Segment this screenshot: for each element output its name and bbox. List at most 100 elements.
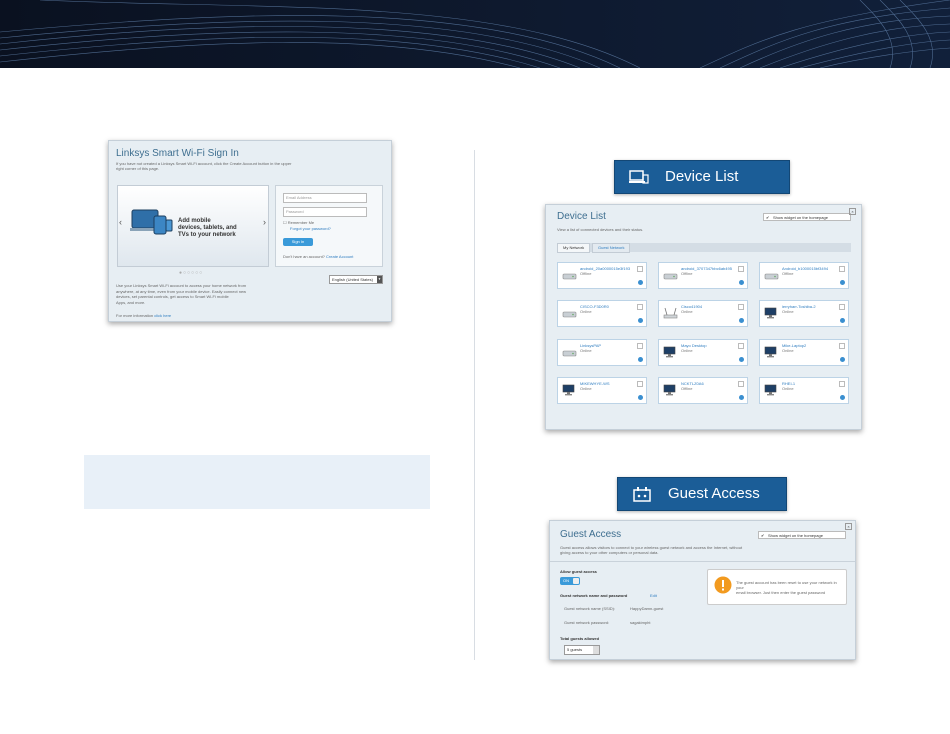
guest-access-widget-checkbox-label: Show widget on the homepage	[768, 533, 823, 538]
info-icon[interactable]	[638, 280, 643, 285]
info-icon[interactable]	[638, 318, 643, 323]
total-guests-label: Total guests allowed	[560, 636, 600, 641]
device-card[interactable]: Cisco41904 Online	[658, 300, 748, 327]
device-status: Online	[580, 348, 592, 353]
promo-carousel[interactable]: ‹ › Add mobile devices, tablets, and TVs…	[117, 185, 269, 267]
carousel-prev-arrow-icon[interactable]: ‹	[119, 217, 122, 227]
password-field[interactable]: Password	[283, 207, 367, 217]
info-icon[interactable]	[739, 280, 744, 285]
remove-device-icon[interactable]	[839, 304, 845, 310]
remove-device-icon[interactable]	[738, 304, 744, 310]
device-card[interactable]: Mike-Laptop2 Online	[759, 339, 849, 366]
remove-device-icon[interactable]	[738, 381, 744, 387]
router-icon	[562, 306, 577, 318]
edit-link[interactable]: Edit	[650, 593, 657, 598]
carousel-next-arrow-icon[interactable]: ›	[263, 217, 266, 227]
remember-me-checkbox[interactable]: ☐ Remember Me	[283, 220, 314, 225]
desktop-icon	[764, 383, 779, 396]
warning-box: The guest account has been reset to use …	[707, 569, 847, 605]
remove-device-icon[interactable]	[839, 381, 845, 387]
device-list-widget-checkbox-label: Show widget on the homepage	[773, 215, 828, 220]
more-info-label: For more information	[116, 313, 154, 318]
create-account-link[interactable]: Create Account	[326, 254, 353, 259]
desktop-icon	[663, 383, 678, 396]
tab-guest-network[interactable]: Guest Network	[592, 243, 631, 253]
close-icon[interactable]: ×	[845, 523, 852, 530]
router-icon	[562, 268, 577, 280]
desktop-icon	[764, 306, 779, 319]
router-icon	[663, 268, 678, 280]
info-icon[interactable]	[638, 395, 643, 400]
device-card[interactable]: Mayo Desktop Online	[658, 339, 748, 366]
device-status: Online	[782, 386, 794, 391]
warning-text: The guest account has been reset to use …	[736, 580, 841, 595]
router-icon	[562, 345, 577, 357]
device-list-widget-checkbox[interactable]: Show widget on the homepage	[763, 213, 851, 222]
sign-in-button[interactable]: Sign In	[283, 238, 313, 246]
ssid-value: HappyDamn-guest	[630, 606, 664, 611]
warning-text-line-1: The guest account has been reset to use …	[736, 580, 837, 590]
signin-title: Linksys Smart Wi-Fi Sign In	[116, 148, 239, 159]
info-icon[interactable]	[638, 357, 643, 362]
remember-me-label: Remember Me	[287, 220, 315, 225]
language-select[interactable]: English (United States) ▼	[329, 275, 383, 284]
signin-subtitle: If you have not created a Linksys Smart …	[116, 161, 316, 171]
info-icon[interactable]	[840, 318, 845, 323]
carousel-caption-line-3: TVs to your network	[178, 232, 236, 238]
language-select-value: English (United States)	[332, 277, 373, 282]
device-card[interactable]: RHEI-1 Online	[759, 377, 849, 404]
device-status: Online	[580, 386, 592, 391]
remove-device-icon[interactable]	[637, 266, 643, 272]
chevron-down-icon: ▼	[377, 276, 382, 283]
device-status: Online	[580, 309, 592, 314]
email-field[interactable]: Email Address	[283, 193, 367, 203]
warning-icon	[714, 576, 732, 594]
device-card[interactable]: android_20a0000015e3f193 Offline	[557, 262, 647, 289]
total-guests-select[interactable]: 5 guests	[564, 645, 600, 655]
info-icon[interactable]	[739, 318, 744, 323]
toggle-label: ON	[563, 578, 569, 583]
guest-access-widget-checkbox[interactable]: Show widget on the homepage	[758, 531, 846, 540]
click-here-link[interactable]: click here	[154, 313, 171, 318]
device-status: Online	[681, 309, 693, 314]
close-icon[interactable]: ×	[849, 208, 856, 215]
remove-device-icon[interactable]	[637, 343, 643, 349]
guest-access-header: Guest Access	[617, 477, 787, 511]
device-card[interactable]: NCKTLZ0A6 Offline	[658, 377, 748, 404]
warning-text-line-2: email browser. Just then enter the guest…	[736, 590, 826, 595]
banner-waves-graphic	[0, 0, 950, 68]
info-icon[interactable]	[739, 357, 744, 362]
remove-device-icon[interactable]	[637, 304, 643, 310]
chevron-down-icon	[593, 646, 599, 654]
remove-device-icon[interactable]	[738, 266, 744, 272]
info-icon[interactable]	[840, 280, 845, 285]
device-status: Offline	[681, 271, 693, 276]
info-icon[interactable]	[739, 395, 744, 400]
device-status: Offline	[782, 271, 794, 276]
device-status: Online	[681, 348, 693, 353]
remove-device-icon[interactable]	[738, 343, 744, 349]
guest-access-toggle[interactable]: ON	[560, 577, 580, 585]
device-card[interactable]: CISCO-F3D0R0 Online	[557, 300, 647, 327]
info-icon[interactable]	[840, 357, 845, 362]
device-card[interactable]: LinksysPAP Online	[557, 339, 647, 366]
device-list-icon	[629, 170, 649, 184]
carousel-dots[interactable]: ●○○○○○	[179, 270, 203, 276]
device-card[interactable]: android_3707347bbc6ab495 Offline	[658, 262, 748, 289]
network-label: Guest network name and password	[560, 593, 628, 598]
password-value: sagakimpht	[630, 620, 651, 625]
device-list-description: View a list of connected devices and the…	[557, 227, 644, 232]
remove-device-icon[interactable]	[637, 381, 643, 387]
device-card[interactable]: Android_b1000015bf3494 Offline	[759, 262, 849, 289]
remove-device-icon[interactable]	[839, 343, 845, 349]
desktop-icon	[764, 345, 779, 358]
forgot-password-link[interactable]: Forgot your password?	[290, 226, 331, 231]
password-label: Guest network password:	[564, 620, 610, 625]
info-icon[interactable]	[840, 395, 845, 400]
total-guests-value: 5 guests	[567, 647, 583, 652]
device-card[interactable]: ierryharr-Toshiba-2 Online	[759, 300, 849, 327]
remove-device-icon[interactable]	[839, 266, 845, 272]
device-list-header-label: Device List	[665, 168, 739, 185]
tab-my-network[interactable]: My Network	[557, 243, 591, 253]
device-card[interactable]: MIKEWHYE-WS Online	[557, 377, 647, 404]
